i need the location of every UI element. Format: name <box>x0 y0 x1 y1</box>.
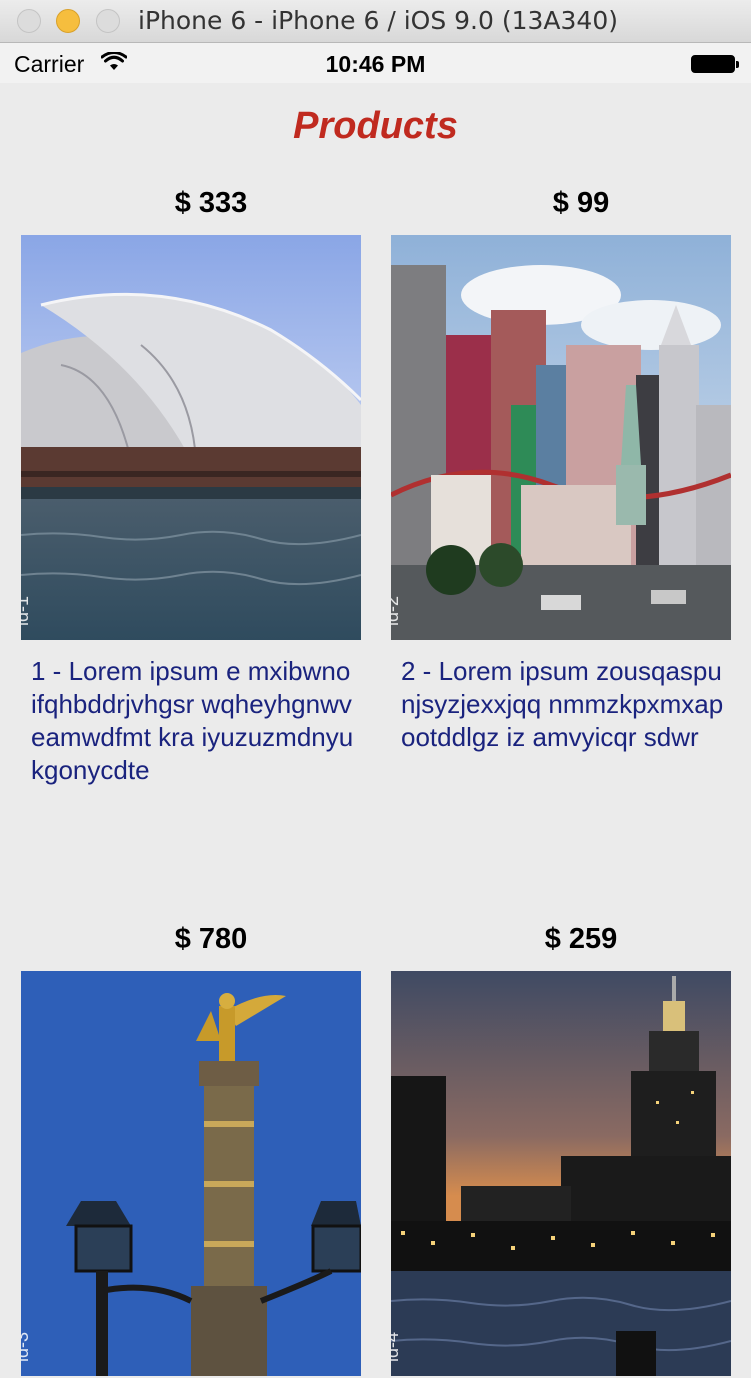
night-skyline-photo[interactable]: id-4 <box>391 971 731 1376</box>
status-time: 10:46 PM <box>325 51 426 77</box>
opera-house-photo[interactable]: id-1 <box>21 235 361 640</box>
simulator-window: iPhone 6 - iPhone 6 / iOS 9.0 (13A340) C… <box>0 0 751 1378</box>
title-bar: iPhone 6 - iPhone 6 / iOS 9.0 (13A340) <box>0 0 751 43</box>
minimize-button[interactable] <box>56 9 80 33</box>
price-label: $ 259 <box>544 923 618 955</box>
window-title: iPhone 6 - iPhone 6 / iOS 9.0 (13A340) <box>138 6 618 35</box>
battery-icon <box>691 55 739 73</box>
price-label: $ 333 <box>174 187 248 219</box>
zoom-button[interactable] <box>96 9 120 33</box>
city-skyline-photo[interactable]: id-2 <box>391 235 731 640</box>
page-title: Products <box>293 105 458 147</box>
close-button[interactable] <box>17 9 41 33</box>
price-label: $ 780 <box>174 923 248 955</box>
image-id-label: id-4 <box>391 1331 402 1362</box>
image-id-label: id-1 <box>21 595 32 626</box>
product-description: 2 - Lorem ipsum zousqaspunjsyzjexxjqq nm… <box>401 656 724 752</box>
status-bar: Carrier 10:46 PM <box>0 43 751 83</box>
price-label: $ 99 <box>552 187 610 219</box>
products-screen: Products $ 333 id-1 1 - Lorem ipsum e mx… <box>0 83 751 1378</box>
victory-column-photo[interactable]: id-3 <box>21 971 361 1376</box>
product-description: 1 - Lorem ipsum e mxibwnoifqhbddrjvhgsr … <box>31 656 354 785</box>
image-id-label: id-2 <box>391 595 402 626</box>
image-id-label: id-3 <box>21 1331 32 1362</box>
